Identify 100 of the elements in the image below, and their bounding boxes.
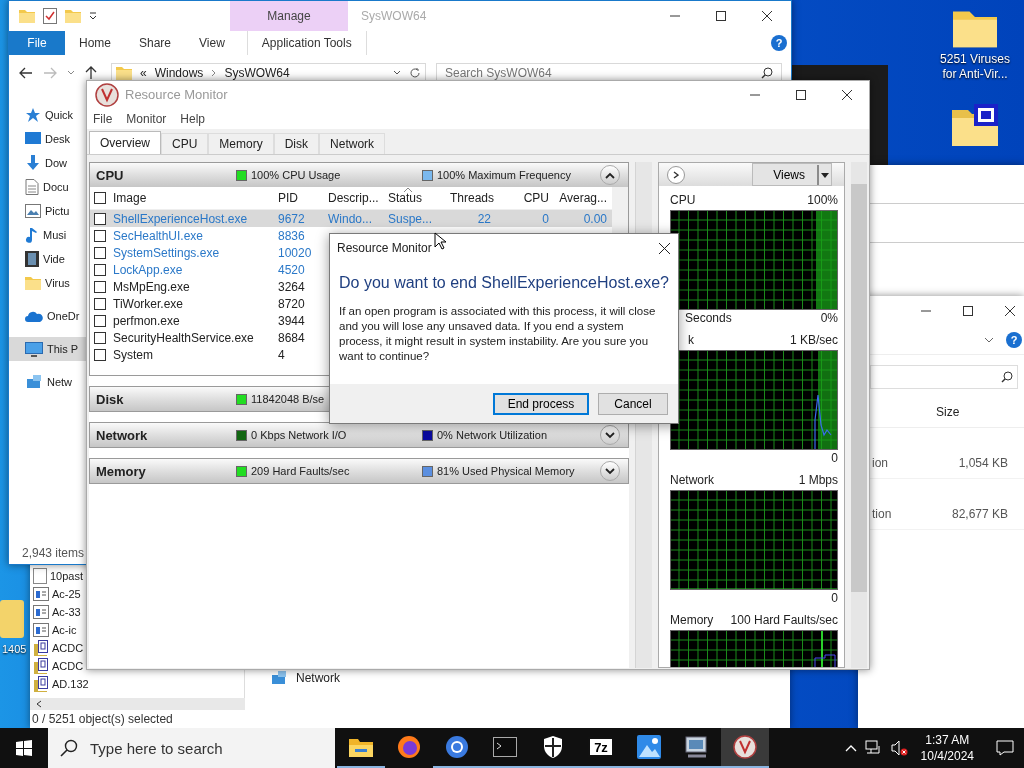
close-icon[interactable] [841, 88, 853, 101]
scrollbar[interactable] [30, 698, 245, 710]
expand-button[interactable] [600, 461, 620, 481]
checkbox[interactable] [94, 246, 106, 259]
refresh-icon[interactable] [409, 67, 421, 79]
nav-item[interactable]: Network [296, 671, 340, 685]
ribbon-tab[interactable]: Application Tools [246, 31, 367, 55]
views-button[interactable]: Views [752, 163, 832, 186]
checkbox[interactable] [94, 297, 106, 310]
nav-item[interactable]: Dow [9, 151, 87, 175]
checkbox[interactable] [94, 314, 106, 327]
checkbox[interactable] [94, 348, 106, 361]
end-process-button[interactable]: End process [493, 392, 589, 415]
scrollbar[interactable] [851, 162, 867, 668]
help-button[interactable]: ? [1006, 332, 1022, 348]
column-header[interactable]: PID [275, 191, 325, 205]
column-header[interactable]: Threads [447, 191, 497, 205]
nav-item[interactable]: Pictu [9, 199, 87, 223]
file-name[interactable]: Ac-25 [52, 588, 81, 600]
back-icon[interactable] [19, 67, 33, 79]
nav-item[interactable]: Desk [9, 127, 87, 151]
file-name[interactable]: AD.132 [52, 678, 89, 690]
maximize-icon[interactable] [715, 10, 727, 22]
section-header[interactable]: CPU 100% CPU Usage 100% Maximum Frequency [90, 163, 628, 187]
nav-item[interactable]: Vide [9, 247, 87, 271]
help-button[interactable]: ? [771, 35, 787, 51]
tab[interactable]: Memory [208, 133, 274, 154]
notification-icon[interactable] [996, 740, 1014, 756]
file-name[interactable]: 10past [50, 570, 84, 582]
menu-item[interactable]: Monitor [126, 111, 167, 126]
nav-item[interactable]: Docu [9, 175, 87, 199]
taskbar-app[interactable] [721, 728, 769, 768]
expand-panel-button[interactable] [667, 165, 685, 184]
menu-item[interactable]: File [93, 111, 113, 126]
nav-item[interactable]: This P [9, 337, 87, 361]
column-header[interactable]: Size [936, 405, 1024, 419]
close-icon[interactable] [1004, 305, 1016, 317]
ribbon-tab[interactable]: File [9, 31, 65, 55]
computer-icon [25, 341, 43, 357]
maximize-icon[interactable] [795, 88, 807, 101]
cancel-button[interactable]: Cancel [598, 392, 668, 415]
scroll-left-icon[interactable] [36, 700, 42, 708]
maximize-icon[interactable] [962, 305, 974, 317]
file-name[interactable]: Ac-ic [52, 624, 77, 636]
file-name[interactable]: ACDC [52, 642, 84, 654]
folder-icon [349, 737, 373, 757]
nav-item[interactable]: Musi [9, 223, 87, 247]
taskbar-app[interactable]: 7z [577, 728, 625, 768]
graph-scale: 1 KB/sec [789, 333, 838, 347]
graph-scale: 1 Mbps [798, 473, 838, 487]
ribbon-tab[interactable]: View [185, 31, 239, 55]
close-icon[interactable] [761, 10, 773, 22]
checkbox[interactable] [94, 280, 106, 293]
network-icon[interactable] [864, 740, 883, 756]
new-folder-icon [65, 9, 81, 23]
properties-icon[interactable] [43, 8, 57, 24]
close-icon[interactable] [659, 242, 670, 254]
collapse-button[interactable] [600, 165, 620, 185]
column-header[interactable]: Descrip... [325, 191, 385, 205]
nav-item[interactable]: OneDr [9, 304, 87, 328]
checkbox[interactable] [94, 192, 106, 204]
column-header[interactable]: CPU [497, 191, 555, 205]
archive-folder-icon[interactable] [950, 104, 1000, 148]
dropdown-icon[interactable] [89, 11, 97, 21]
section-header[interactable]: Memory 209 Hard Faults/sec 81% Used Physical Memory [90, 459, 628, 483]
muted-speaker-icon[interactable] [890, 740, 909, 756]
clock[interactable]: 1:37 AM 10/4/2024 [920, 732, 974, 764]
tab[interactable]: Network [319, 133, 386, 154]
tab[interactable]: Disk [273, 133, 320, 154]
search-field[interactable]: Type here to search [48, 728, 335, 768]
tab[interactable]: CPU [161, 133, 209, 154]
column-header[interactable]: Image [110, 191, 275, 205]
ribbon-tab[interactable]: Home [65, 31, 125, 55]
chevron-down-icon[interactable] [984, 337, 994, 343]
file-name[interactable]: ACDC [52, 660, 84, 672]
breadcrumb-item[interactable]: Windows [154, 66, 204, 80]
search-icon [761, 67, 773, 79]
checkbox[interactable] [94, 212, 106, 225]
column-header[interactable]: Status [385, 191, 447, 205]
chevron-down-icon[interactable] [67, 70, 75, 76]
breadcrumb-item[interactable]: SysWOW64 [224, 66, 290, 80]
nav-item[interactable]: Quick [9, 103, 87, 127]
search-icon[interactable] [1001, 371, 1013, 383]
ribbon-tab[interactable]: Share [125, 31, 186, 55]
table-cell-text: SecHealthUI.exe [112, 228, 205, 243]
chevron-up-icon[interactable] [844, 744, 857, 752]
expand-button[interactable] [600, 425, 620, 445]
menu-item[interactable]: Help [180, 111, 206, 126]
checkbox[interactable] [94, 331, 106, 344]
column-header[interactable]: Averag... [555, 191, 613, 205]
nav-item[interactable]: Netw [9, 370, 87, 394]
up-icon[interactable] [85, 66, 97, 80]
table-cell-text: 3264 [277, 279, 306, 294]
nav-item[interactable]: Virus [9, 271, 87, 295]
checkbox[interactable] [94, 229, 106, 242]
section-header[interactable]: Network 0 Kbps Network I/O 0% Network Utilization [90, 423, 628, 447]
dropdown-icon[interactable] [393, 70, 401, 76]
checkbox[interactable] [94, 263, 106, 276]
file-name[interactable]: Ac-33 [52, 606, 81, 618]
tab[interactable]: Overview [89, 131, 161, 154]
